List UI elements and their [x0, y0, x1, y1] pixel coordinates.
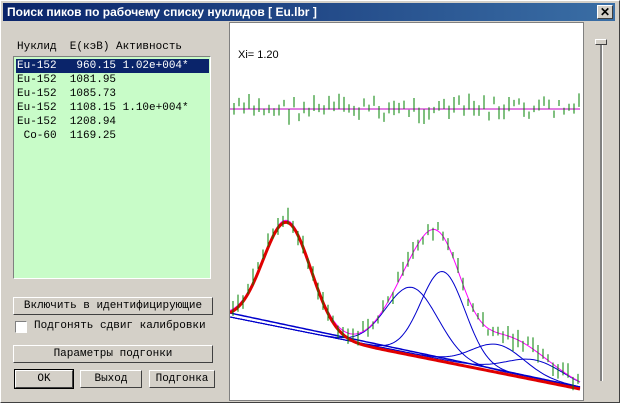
spectrum-plot[interactable]: Xi= 1.20 — [229, 22, 584, 401]
window-title: Поиск пиков по рабочему списку нуклидов … — [7, 5, 317, 19]
spectrum-graph — [230, 93, 581, 391]
fit-parameters-button[interactable]: Параметры подгонки — [13, 345, 213, 363]
list-item[interactable]: Eu-152 1108.15 1.10e+004* — [16, 101, 209, 115]
title-bar: Поиск пиков по рабочему списку нуклидов … — [3, 3, 615, 21]
close-icon: ✕ — [599, 5, 611, 19]
vertical-slider[interactable] — [595, 31, 607, 383]
slider-track — [600, 39, 603, 381]
selected-peak-curve — [230, 220, 581, 391]
fit-button[interactable]: Подгонка — [149, 370, 215, 388]
exit-button[interactable]: Выход — [80, 370, 142, 388]
close-button[interactable]: ✕ — [597, 5, 613, 19]
fit-calibration-shift-label[interactable]: Подгонять сдвиг калибровки — [34, 320, 206, 332]
slider-thumb[interactable] — [595, 39, 607, 45]
nuclide-list[interactable]: Eu-152 960.15 1.02e+004* Eu-152 1081.95 … — [13, 56, 211, 279]
list-item[interactable]: Eu-152 1085.73 — [16, 87, 209, 101]
list-column-header: Нуклид E(кэВ) Активность — [17, 41, 183, 53]
dialog-window: Поиск пиков по рабочему списку нуклидов … — [0, 0, 620, 403]
include-in-identifying-button[interactable]: Включить в идентифицирующие — [13, 297, 213, 315]
list-item[interactable]: Co-60 1169.25 — [16, 129, 209, 143]
list-item[interactable]: Eu-152 1208.94 — [16, 115, 209, 129]
list-item[interactable]: Eu-152 960.15 1.02e+004* — [16, 59, 209, 73]
list-item[interactable]: Eu-152 1081.95 — [16, 73, 209, 87]
total-fit-curve — [230, 219, 581, 383]
ok-button[interactable]: OK — [14, 369, 74, 389]
fit-calibration-shift-checkbox[interactable] — [15, 321, 27, 333]
